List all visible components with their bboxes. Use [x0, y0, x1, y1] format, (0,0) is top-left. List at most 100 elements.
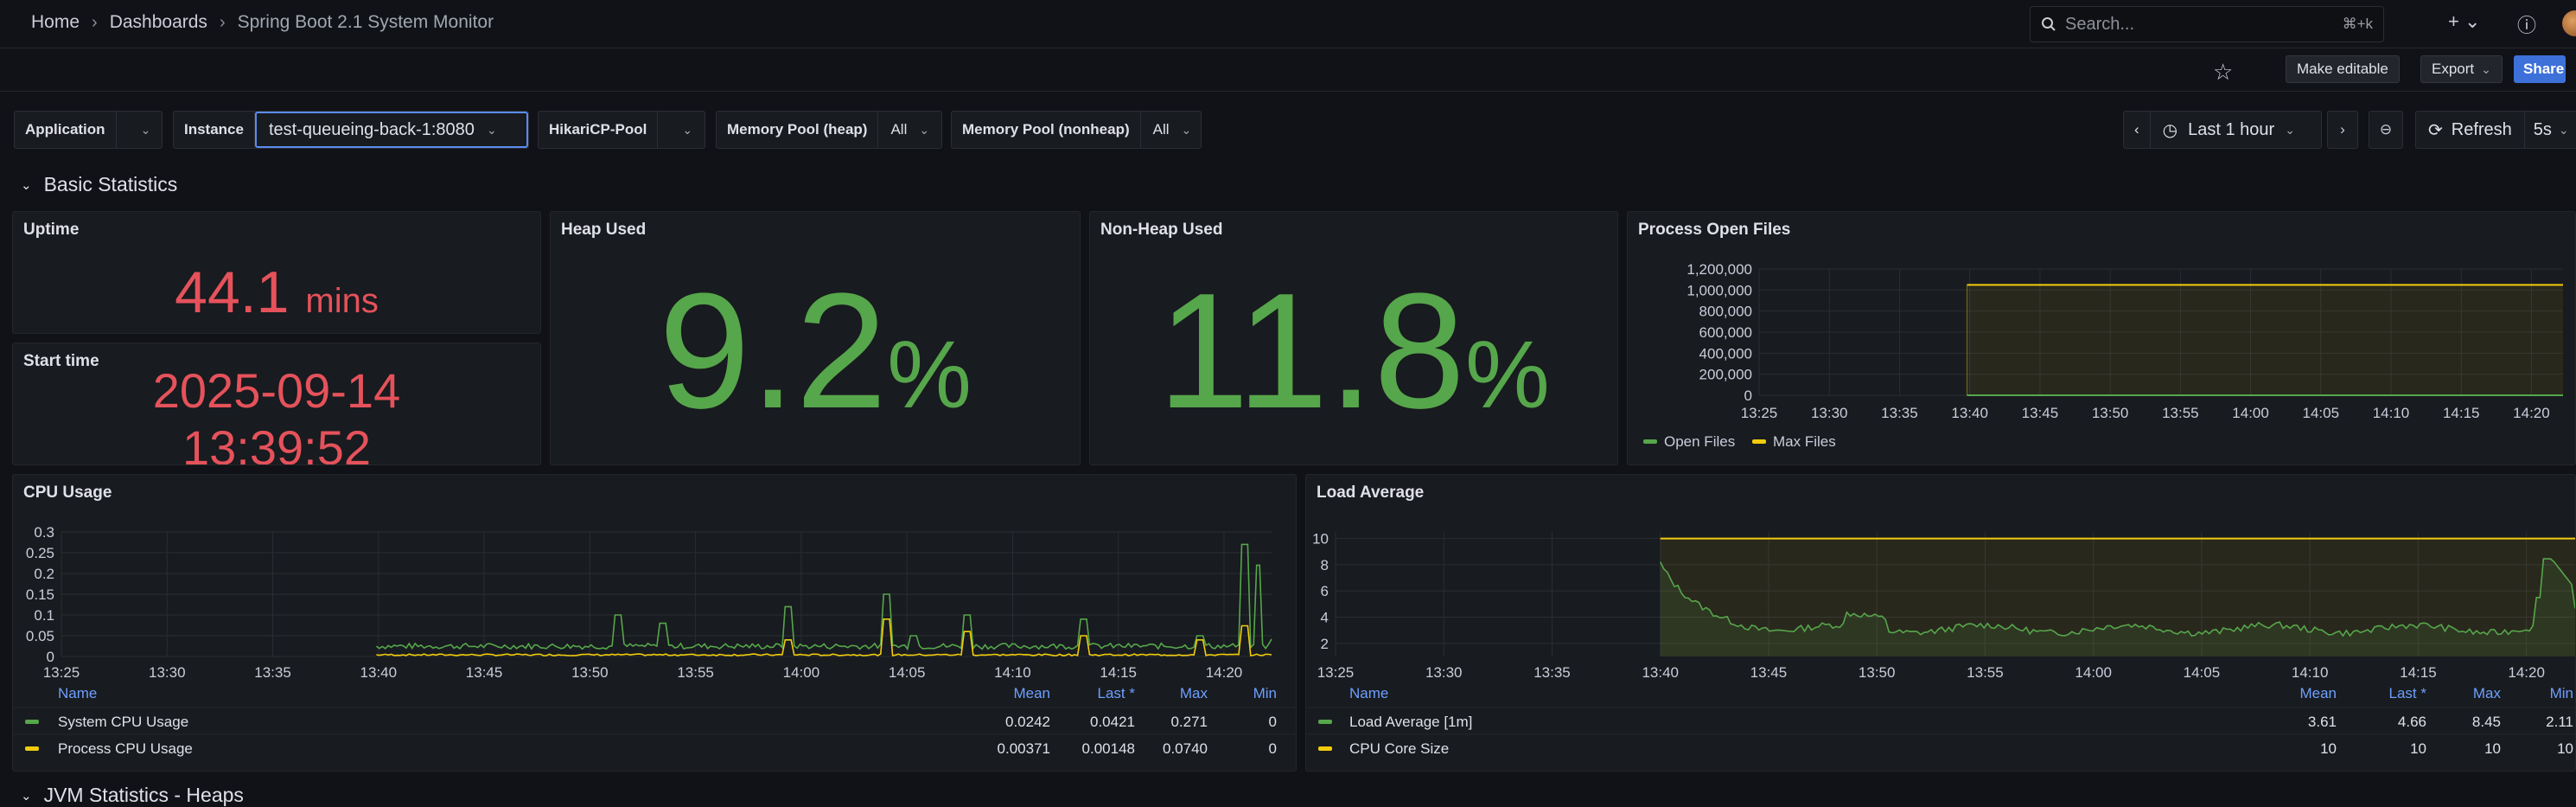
legend-value-min: 0	[1269, 740, 1277, 757]
variable-application[interactable]: Application ⌄	[14, 111, 163, 149]
legend-header-max: Max	[2473, 685, 2502, 701]
legend-series-name: Process CPU Usage	[58, 740, 193, 757]
refresh-interval[interactable]: 5s ⌄	[2525, 112, 2576, 148]
legend-swatch	[1318, 746, 1332, 751]
panel-heap-used: Heap Used 9.2%	[550, 211, 1081, 465]
chevron-right-icon: ›	[219, 12, 226, 32]
legend-value-mean: 10	[2320, 740, 2337, 757]
variable-value[interactable]: test-queueing-back-1:8080 ⌄	[254, 112, 528, 148]
x-tick-label: 14:05	[2303, 405, 2340, 421]
y-tick-label: 10	[1312, 531, 1329, 548]
zoom-out-button[interactable]: ⊖	[2369, 111, 2403, 149]
row-basic-statistics[interactable]: ⌄ Basic Statistics	[21, 173, 177, 196]
start-clock: 13:39:52	[182, 420, 371, 465]
x-tick-label: 14:15	[1100, 664, 1137, 681]
breadcrumb-dashboards[interactable]: Dashboards	[110, 12, 207, 33]
load-average-chart: 10 8 6 4 2 13:25 13:30 13:35 13:40 13:45 13:50 13:5…	[1306, 531, 2575, 757]
legend-value-min: 2.11	[2546, 714, 2573, 730]
make-editable-button[interactable]: Make editable	[2286, 55, 2400, 83]
x-tick-label: 13:40	[1642, 664, 1679, 681]
time-forward-button[interactable]: ›	[2327, 111, 2358, 149]
export-button[interactable]: Export ⌄	[2420, 55, 2503, 83]
legend-value-mean: 0.00371	[998, 740, 1050, 757]
time-range[interactable]: ◷ Last 1 hour ⌄	[2151, 112, 2307, 148]
chevron-down-icon: ⌄	[486, 122, 497, 137]
variable-value[interactable]: All ⌄	[1141, 112, 1204, 148]
share-button[interactable]: Share	[2514, 55, 2566, 83]
search-input[interactable]: Search... ⌘+k	[2030, 6, 2384, 42]
cpu-usage-chart: 0.30.250.20.150.10.05013:25 13:30 13:35 13:…	[13, 524, 1296, 757]
y-tick-label: 0	[1744, 387, 1752, 404]
variable-hikaricp-pool[interactable]: HikariCP-Pool ⌄	[538, 111, 705, 149]
legend-header-mean: Mean	[1013, 685, 1050, 701]
legend-value-last: 0.00148	[1082, 740, 1135, 757]
variable-value[interactable]: ⌄	[658, 112, 705, 148]
uptime-unit: mins	[305, 282, 379, 320]
refresh-picker[interactable]: ⟳ Refresh 5s ⌄	[2415, 111, 2576, 149]
x-tick-label: 13:55	[677, 664, 714, 681]
variable-label: HikariCP-Pool	[539, 112, 659, 148]
variable-memory-pool-nonheap[interactable]: Memory Pool (nonheap) All ⌄	[951, 111, 1202, 149]
legend-series-name: CPU Core Size	[1349, 740, 1449, 757]
x-tick-label: 13:45	[466, 664, 503, 681]
uptime-value: 44.1 mins	[175, 259, 379, 325]
x-tick-label: 13:55	[2162, 405, 2199, 421]
chevron-right-icon: ›	[2340, 121, 2345, 138]
legend-header-last: Last *	[2389, 685, 2427, 701]
legend-value-last: 0.0421	[1090, 714, 1135, 730]
legend-value-max: 8.45	[2472, 714, 2501, 730]
search-icon	[2042, 17, 2056, 31]
chevron-down-icon: ⌄	[682, 122, 693, 137]
refresh-button[interactable]: ⟳ Refresh	[2416, 112, 2525, 148]
variable-memory-pool-heap[interactable]: Memory Pool (heap) All ⌄	[716, 111, 942, 149]
panel-title: Non-Heap Used	[1100, 221, 1223, 239]
y-tick-label: 8	[1321, 557, 1329, 573]
y-tick-label: 200,000	[1699, 367, 1752, 383]
x-tick-label: 14:20	[1206, 664, 1243, 681]
x-tick-label: 14:15	[2400, 664, 2437, 681]
legend-header-name: Name	[58, 685, 97, 701]
legend-series-name: Load Average [1m]	[1349, 714, 1472, 730]
non-heap-used-value: 11.8%	[1157, 259, 1550, 443]
system-cpu-usage-line	[375, 543, 1272, 651]
legend-header-name: Name	[1349, 685, 1388, 701]
time-back-button[interactable]: ‹	[2124, 112, 2151, 148]
variable-label: Application	[15, 112, 117, 148]
chevron-down-icon: ⌄	[2558, 122, 2569, 137]
x-tick-label: 13:35	[1881, 405, 1918, 421]
legend-label: Open Files	[1664, 433, 1735, 450]
legend-header-last: Last *	[1098, 685, 1136, 701]
variable-value[interactable]: All ⌄	[878, 112, 941, 148]
x-tick-label: 13:40	[1951, 405, 1988, 421]
panel-title: Uptime	[23, 221, 80, 239]
legend-value-mean: 3.61	[2308, 714, 2337, 730]
star-icon[interactable]: ☆	[2213, 59, 2233, 86]
help-icon[interactable]: ⓘ	[2517, 10, 2536, 38]
x-tick-label: 14:00	[2075, 664, 2112, 681]
x-tick-label: 14:15	[2443, 405, 2480, 421]
zoom-out-icon: ⊖	[2379, 121, 2393, 138]
chevron-down-icon: ⌄	[140, 122, 151, 137]
plus-icon[interactable]: + ⌄	[2448, 10, 2480, 33]
x-tick-label: 14:05	[889, 664, 926, 681]
time-picker[interactable]: ‹ ◷ Last 1 hour ⌄	[2123, 111, 2322, 149]
legend-value-max: 10	[2484, 740, 2501, 757]
variable-value[interactable]: ⌄	[117, 112, 163, 148]
y-tick-label: 2	[1321, 636, 1329, 652]
x-tick-label: 14:10	[2292, 664, 2329, 681]
panel-uptime: Uptime 44.1 mins	[12, 211, 541, 334]
open-files-chart: 1,200,000 1,000,000 800,000 600,000 400,000 2…	[1643, 261, 2563, 450]
y-tick-label: 4	[1321, 610, 1329, 626]
legend-header-min: Min	[2550, 685, 2573, 701]
variable-instance[interactable]: Instance test-queueing-back-1:8080 ⌄	[173, 111, 529, 149]
y-tick-label: 600,000	[1699, 324, 1752, 341]
legend-swatch	[1643, 439, 1657, 444]
x-tick-label: 14:05	[2184, 664, 2221, 681]
y-tick-label: 1,200,000	[1687, 261, 1752, 278]
x-tick-label: 13:30	[1811, 405, 1848, 421]
chevron-down-icon: ⌄	[21, 177, 32, 193]
breadcrumb-home[interactable]: Home	[31, 12, 80, 33]
panel-title: Heap Used	[561, 221, 647, 239]
avatar[interactable]	[2562, 10, 2576, 36]
row-jvm-statistics-heaps[interactable]: ⌄ JVM Statistics - Heaps	[21, 784, 244, 807]
